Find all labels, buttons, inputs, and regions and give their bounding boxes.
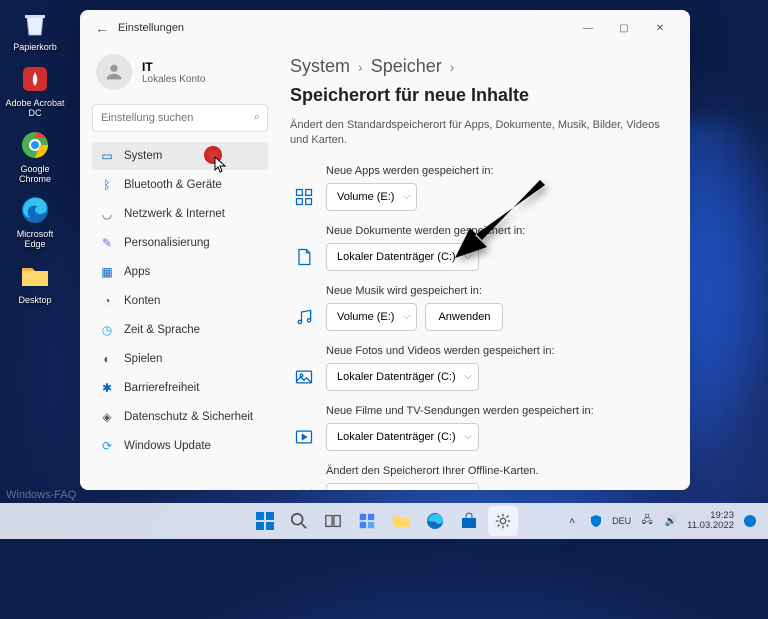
taskbar: ˄ DEU 🖧 🔊 19:23 11.03.2022 <box>0 503 768 539</box>
folder-icon <box>17 258 53 294</box>
setting-documents: Neue Dokumente werden gespeichert in: Lo… <box>290 225 666 271</box>
setting-photos: Neue Fotos und Videos werden gespeichert… <box>290 345 666 391</box>
music-icon <box>290 305 318 329</box>
desktop-icon-label: Google Chrome <box>5 165 65 185</box>
desktop-icon-label: Adobe Acrobat DC <box>5 99 65 119</box>
documents-location-dropdown[interactable]: Lokaler Datenträger (C:) <box>326 243 479 271</box>
setting-apps: Neue Apps werden gespeichert in: Volume … <box>290 165 666 211</box>
system-icon: ▭ <box>100 149 114 163</box>
search-icon: ⌕ <box>254 111 260 124</box>
tray-chevron-icon[interactable]: ˄ <box>564 513 580 529</box>
setting-maps: Ändert den Speicherort Ihrer Offline-Kar… <box>290 465 666 490</box>
nav-time[interactable]: ◷Zeit & Sprache <box>92 316 268 344</box>
nav-gaming[interactable]: ◐Spielen <box>92 345 268 373</box>
window-title: Einstellungen <box>118 22 184 34</box>
taskbar-edge[interactable] <box>420 506 450 536</box>
breadcrumb-storage[interactable]: Speicher <box>371 56 442 77</box>
tray-volume-icon[interactable]: 🔊 <box>663 513 679 529</box>
desktop-icon-recycle-bin[interactable]: Papierkorb <box>5 5 65 53</box>
globe-icon: ◷ <box>100 323 114 337</box>
edge-icon <box>17 192 53 228</box>
watermark: Windows-FAQ <box>6 489 76 501</box>
person-icon: ◔ <box>100 294 114 308</box>
nav-privacy[interactable]: ◈Datenschutz & Sicherheit <box>92 403 268 431</box>
chevron-right-icon: › <box>450 59 455 75</box>
taskbar-settings[interactable] <box>488 506 518 536</box>
minimize-button[interactable]: — <box>570 14 606 42</box>
settings-window: ← Einstellungen — ▢ ✕ IT Lokales Konto ⌕… <box>80 10 690 490</box>
maps-location-dropdown[interactable]: Lokaler Datenträger (C:) <box>326 483 479 490</box>
setting-movies: Neue Filme und TV-Sendungen werden gespe… <box>290 405 666 451</box>
breadcrumb-current: Speicherort für neue Inhalte <box>290 85 529 106</box>
bluetooth-icon: ᛒ <box>100 178 114 192</box>
image-icon <box>290 365 318 389</box>
avatar-icon <box>96 54 132 90</box>
map-icon <box>290 485 318 490</box>
breadcrumb-system[interactable]: System <box>290 56 350 77</box>
system-tray: ˄ DEU 🖧 🔊 19:23 11.03.2022 <box>564 511 758 532</box>
movies-location-dropdown[interactable]: Lokaler Datenträger (C:) <box>326 423 479 451</box>
accessibility-icon: ✱ <box>100 381 114 395</box>
chevron-right-icon: › <box>358 59 363 75</box>
desktop-icon-label: Papierkorb <box>13 43 57 53</box>
tray-language[interactable]: DEU <box>612 516 631 526</box>
recycle-bin-icon <box>17 5 53 41</box>
apps-location-dropdown[interactable]: Volume (E:) <box>326 183 417 211</box>
maximize-button[interactable]: ▢ <box>606 14 642 42</box>
nav-list: ▭System ᛒBluetooth & Geräte ◡Netzwerk & … <box>92 142 268 460</box>
apps-icon: ▦ <box>100 265 114 279</box>
photos-location-dropdown[interactable]: Lokaler Datenträger (C:) <box>326 363 479 391</box>
setting-music: Neue Musik wird gespeichert in: Volume (… <box>290 285 666 331</box>
desktop-icon-folder[interactable]: Desktop <box>5 258 65 306</box>
app-grid-icon <box>290 185 318 209</box>
brush-icon: ✎ <box>100 236 114 250</box>
shield-icon: ◈ <box>100 410 114 424</box>
tray-notifications-icon[interactable] <box>742 513 758 529</box>
tray-clock[interactable]: 19:23 11.03.2022 <box>687 511 734 532</box>
search-button[interactable] <box>284 506 314 536</box>
desktop-icon-edge[interactable]: Microsoft Edge <box>5 192 65 250</box>
start-button[interactable] <box>250 506 280 536</box>
sidebar: IT Lokales Konto ⌕ ▭System ᛒBluetooth & … <box>80 46 280 490</box>
wifi-icon: ◡ <box>100 207 114 221</box>
music-location-dropdown[interactable]: Volume (E:) <box>326 303 417 331</box>
breadcrumb: System › Speicher › Speicherort für neue… <box>290 56 666 106</box>
desktop-icon-label: Desktop <box>18 296 51 306</box>
back-button[interactable]: ← <box>92 18 112 38</box>
desktop-icon-chrome[interactable]: Google Chrome <box>5 127 65 185</box>
account-subtitle: Lokales Konto <box>142 74 205 85</box>
taskview-button[interactable] <box>318 506 348 536</box>
account-block[interactable]: IT Lokales Konto <box>92 46 268 104</box>
taskbar-store[interactable] <box>454 506 484 536</box>
film-icon <box>290 425 318 449</box>
apply-button[interactable]: Anwenden <box>425 303 503 331</box>
document-icon <box>290 245 318 269</box>
gamepad-icon: ◐ <box>100 352 114 366</box>
tray-network-icon[interactable]: 🖧 <box>639 513 655 529</box>
nav-accounts[interactable]: ◔Konten <box>92 287 268 315</box>
nav-bluetooth[interactable]: ᛒBluetooth & Geräte <box>92 171 268 199</box>
desktop-icon-label: Microsoft Edge <box>5 230 65 250</box>
nav-accessibility[interactable]: ✱Barrierefreiheit <box>92 374 268 402</box>
page-description: Ändert den Standardspeicherort für Apps,… <box>290 118 666 149</box>
titlebar: ← Einstellungen — ▢ ✕ <box>80 10 690 46</box>
taskbar-explorer[interactable] <box>386 506 416 536</box>
close-button[interactable]: ✕ <box>642 14 678 42</box>
tray-security-icon[interactable] <box>588 513 604 529</box>
chrome-icon <box>17 127 53 163</box>
nav-update[interactable]: ⟳Windows Update <box>92 432 268 460</box>
widgets-button[interactable] <box>352 506 382 536</box>
nav-personalization[interactable]: ✎Personalisierung <box>92 229 268 257</box>
nav-network[interactable]: ◡Netzwerk & Internet <box>92 200 268 228</box>
content-area: System › Speicher › Speicherort für neue… <box>280 46 690 490</box>
desktop-icons: Papierkorb Adobe Acrobat DC Google Chrom… <box>5 5 65 306</box>
desktop-icon-acrobat[interactable]: Adobe Acrobat DC <box>5 61 65 119</box>
search-input[interactable] <box>92 104 268 132</box>
update-icon: ⟳ <box>100 439 114 453</box>
account-name: IT <box>142 60 205 74</box>
acrobat-icon <box>17 61 53 97</box>
nav-apps[interactable]: ▦Apps <box>92 258 268 286</box>
nav-system[interactable]: ▭System <box>92 142 268 170</box>
